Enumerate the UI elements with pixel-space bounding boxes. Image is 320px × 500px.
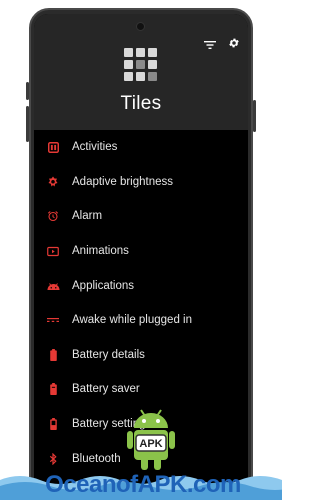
bluetooth-icon bbox=[46, 452, 60, 466]
tile-item[interactable]: Adaptive brightness bbox=[34, 165, 248, 200]
tile-label: Bluetooth bbox=[72, 452, 121, 465]
tile-label: Activities bbox=[72, 141, 118, 154]
settings-gear-icon[interactable] bbox=[228, 36, 240, 48]
filter-icon[interactable] bbox=[204, 37, 216, 49]
front-camera bbox=[136, 22, 145, 31]
battery-saver-icon bbox=[46, 382, 60, 396]
tile-label: Battery details bbox=[72, 348, 145, 361]
tile-item[interactable]: Battery saver bbox=[34, 372, 248, 407]
alarm-icon bbox=[46, 209, 60, 223]
tile-item[interactable]: Alarm bbox=[34, 199, 248, 234]
tiles-logo-icon bbox=[124, 48, 158, 82]
phone-power-button bbox=[253, 100, 256, 132]
tile-label: Battery saver bbox=[72, 383, 140, 396]
tile-item[interactable]: Battery details bbox=[34, 338, 248, 373]
app-header: Tiles bbox=[34, 14, 248, 130]
tile-item[interactable]: Activities bbox=[34, 130, 248, 165]
android-mascot-icon: APK bbox=[127, 409, 175, 470]
activities-icon bbox=[46, 140, 60, 154]
watermark-text: OceanofAPK.com bbox=[45, 471, 241, 498]
tile-label: Awake while plugged in bbox=[72, 314, 192, 327]
tile-item[interactable]: Animations bbox=[34, 234, 248, 269]
watermark-badge: APK bbox=[139, 438, 162, 450]
tile-label: Adaptive brightness bbox=[72, 175, 174, 188]
tile-label: Animations bbox=[72, 245, 129, 258]
tile-item[interactable]: Awake while plugged in bbox=[34, 303, 248, 338]
brightness-icon bbox=[46, 175, 60, 189]
tile-label: Applications bbox=[72, 279, 135, 292]
animations-icon bbox=[46, 244, 60, 258]
header-actions bbox=[204, 36, 240, 49]
battery-settings-icon bbox=[46, 417, 60, 431]
android-icon bbox=[46, 279, 60, 293]
tile-label: Alarm bbox=[72, 210, 103, 223]
awake-icon bbox=[46, 313, 60, 327]
app-title: Tiles bbox=[120, 93, 162, 114]
battery-icon bbox=[46, 348, 60, 362]
tile-item[interactable]: Applications bbox=[34, 268, 248, 303]
